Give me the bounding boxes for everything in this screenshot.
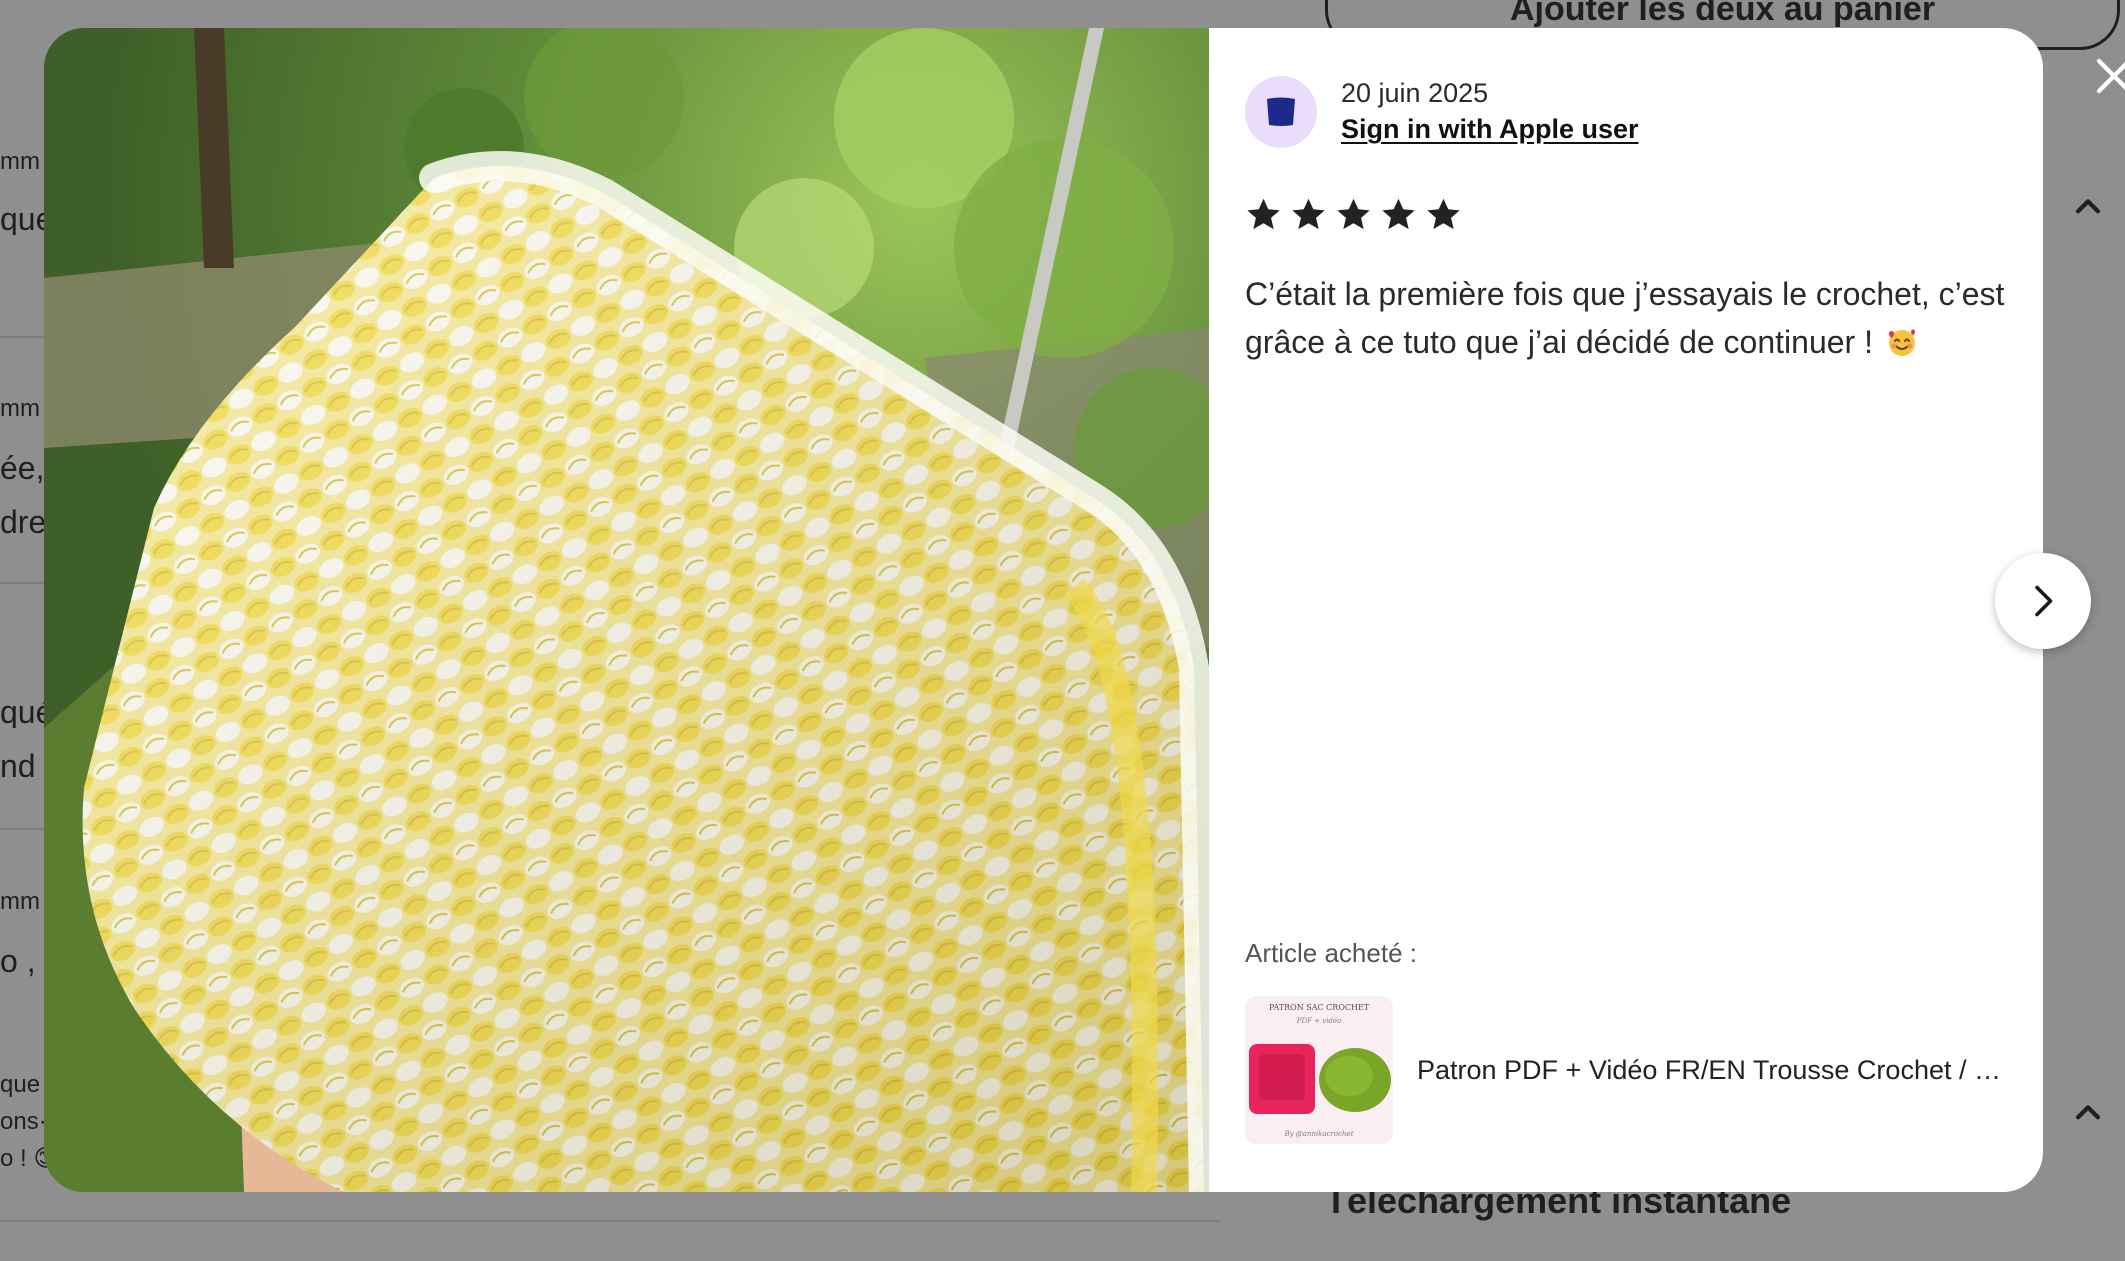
close-icon[interactable]: [2094, 56, 2125, 96]
reviewer-name-link[interactable]: Sign in with Apple user: [1341, 111, 1639, 147]
review-modal: 20 juin 2025 Sign in with Apple user C’é…: [44, 28, 2043, 1192]
background-text-fragment: mm: [0, 150, 40, 174]
product-title: Patron PDF + Vidéo FR/EN Trousse Crochet…: [1417, 1054, 2007, 1085]
thumbnail-footer: By @annikacrochet: [1283, 1130, 1353, 1138]
product-thumbnail-image: PATRON SAC CROCHET PDF + vidéo By @annik…: [1245, 996, 1393, 1144]
chevron-up-icon[interactable]: [2071, 190, 2105, 224]
background-text-fragment: nd: [0, 750, 36, 782]
review-text: C’était la première fois que j’essayais …: [1245, 270, 2025, 366]
thumbnail-header: PATRON SAC CROCHET: [1269, 1003, 1370, 1012]
crochet-pouch-photo: [44, 28, 1209, 1192]
purchased-product-link[interactable]: PATRON SAC CROCHET PDF + vidéo By @annik…: [1245, 996, 2035, 1144]
thumbnail-subtitle: PDF + vidéo: [1296, 1017, 1342, 1025]
smiling-face-with-hearts-icon: [1888, 329, 1915, 356]
chevron-right-icon: [2035, 585, 2053, 617]
star-icon: [1382, 198, 1415, 230]
star-rating: [1245, 196, 1462, 233]
background-text-fragment: mm: [0, 397, 40, 421]
star-icon: [1247, 198, 1280, 230]
background-text-fragment: que: [0, 1073, 41, 1097]
background-text-fragment: o ,: [0, 945, 36, 977]
avatar: [1245, 76, 1317, 148]
product-thumbnail: PATRON SAC CROCHET PDF + vidéo By @annik…: [1245, 996, 1393, 1144]
background-text-fragment: ée,: [0, 452, 45, 484]
next-review-button[interactable]: [1995, 553, 2091, 649]
purchased-item-label: Article acheté :: [1245, 938, 1417, 968]
background-text-fragment: dre: [0, 506, 47, 538]
review-photo: [44, 28, 1209, 1192]
star-icon: [1292, 198, 1325, 230]
apple-user-avatar-icon: [1267, 97, 1295, 126]
chevron-up-icon[interactable]: [2071, 1096, 2105, 1130]
reviewer-info: 20 juin 2025 Sign in with Apple user: [1245, 76, 1639, 148]
background-text-fragment: ons·: [0, 1110, 47, 1134]
star-icon: [1337, 198, 1370, 230]
review-details: 20 juin 2025 Sign in with Apple user C’é…: [1209, 28, 2043, 1192]
review-date: 20 juin 2025: [1341, 78, 1489, 109]
background-text-fragment: mm: [0, 890, 40, 914]
divider: [0, 1220, 1220, 1222]
star-icon: [1427, 198, 1460, 230]
